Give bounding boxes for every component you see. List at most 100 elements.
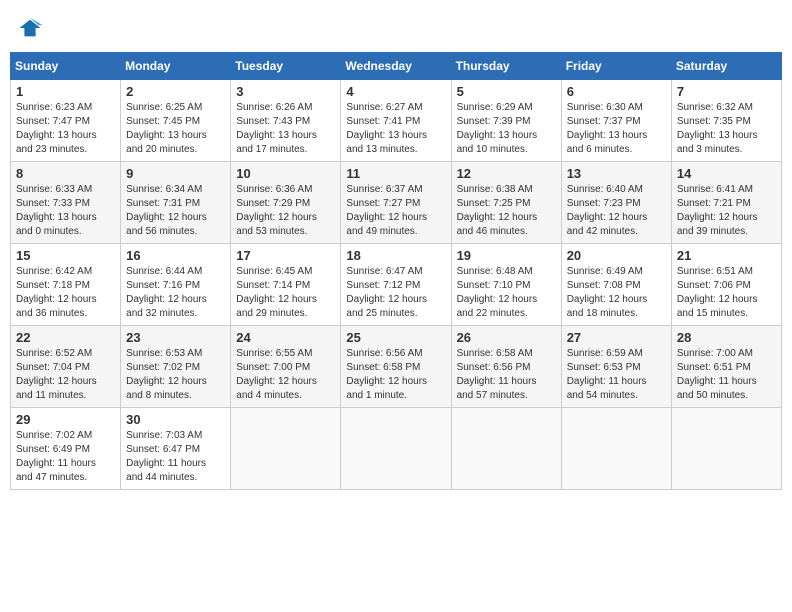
calendar-cell: 28 Sunrise: 7:00 AM Sunset: 6:51 PM Dayl… [671,326,781,408]
weekday-header-wednesday: Wednesday [341,53,451,80]
day-detail: Sunrise: 6:38 AM Sunset: 7:25 PM Dayligh… [457,183,556,239]
day-number: 2 [126,84,225,99]
day-number: 22 [16,330,115,345]
day-detail: Sunrise: 6:40 AM Sunset: 7:23 PM Dayligh… [567,183,666,239]
logo [16,14,48,42]
weekday-header-tuesday: Tuesday [231,53,341,80]
calendar-cell: 26 Sunrise: 6:58 AM Sunset: 6:56 PM Dayl… [451,326,561,408]
day-number: 18 [346,248,445,263]
week-row-1: 1 Sunrise: 6:23 AM Sunset: 7:47 PM Dayli… [11,80,782,162]
calendar-cell: 29 Sunrise: 7:02 AM Sunset: 6:49 PM Dayl… [11,408,121,490]
calendar-cell: 30 Sunrise: 7:03 AM Sunset: 6:47 PM Dayl… [121,408,231,490]
day-number: 28 [677,330,776,345]
day-detail: Sunrise: 6:55 AM Sunset: 7:00 PM Dayligh… [236,347,335,403]
calendar-cell: 15 Sunrise: 6:42 AM Sunset: 7:18 PM Dayl… [11,244,121,326]
day-number: 8 [16,166,115,181]
day-detail: Sunrise: 6:36 AM Sunset: 7:29 PM Dayligh… [236,183,335,239]
calendar-cell [231,408,341,490]
day-detail: Sunrise: 6:49 AM Sunset: 7:08 PM Dayligh… [567,265,666,321]
day-detail: Sunrise: 6:44 AM Sunset: 7:16 PM Dayligh… [126,265,225,321]
calendar-table: SundayMondayTuesdayWednesdayThursdayFrid… [10,52,782,490]
day-number: 15 [16,248,115,263]
calendar-cell: 23 Sunrise: 6:53 AM Sunset: 7:02 PM Dayl… [121,326,231,408]
day-detail: Sunrise: 6:41 AM Sunset: 7:21 PM Dayligh… [677,183,776,239]
calendar-cell [561,408,671,490]
day-number: 1 [16,84,115,99]
day-number: 30 [126,412,225,427]
day-number: 16 [126,248,225,263]
week-row-4: 22 Sunrise: 6:52 AM Sunset: 7:04 PM Dayl… [11,326,782,408]
day-number: 5 [457,84,556,99]
calendar-cell: 20 Sunrise: 6:49 AM Sunset: 7:08 PM Dayl… [561,244,671,326]
day-detail: Sunrise: 6:37 AM Sunset: 7:27 PM Dayligh… [346,183,445,239]
calendar-cell: 7 Sunrise: 6:32 AM Sunset: 7:35 PM Dayli… [671,80,781,162]
calendar-cell: 2 Sunrise: 6:25 AM Sunset: 7:45 PM Dayli… [121,80,231,162]
day-number: 23 [126,330,225,345]
calendar-cell: 6 Sunrise: 6:30 AM Sunset: 7:37 PM Dayli… [561,80,671,162]
day-detail: Sunrise: 6:42 AM Sunset: 7:18 PM Dayligh… [16,265,115,321]
day-number: 7 [677,84,776,99]
weekday-header-saturday: Saturday [671,53,781,80]
calendar-cell: 12 Sunrise: 6:38 AM Sunset: 7:25 PM Dayl… [451,162,561,244]
calendar-cell: 27 Sunrise: 6:59 AM Sunset: 6:53 PM Dayl… [561,326,671,408]
day-number: 11 [346,166,445,181]
day-number: 25 [346,330,445,345]
calendar-cell: 18 Sunrise: 6:47 AM Sunset: 7:12 PM Dayl… [341,244,451,326]
calendar-cell: 22 Sunrise: 6:52 AM Sunset: 7:04 PM Dayl… [11,326,121,408]
day-detail: Sunrise: 6:59 AM Sunset: 6:53 PM Dayligh… [567,347,666,403]
calendar-cell: 16 Sunrise: 6:44 AM Sunset: 7:16 PM Dayl… [121,244,231,326]
week-row-2: 8 Sunrise: 6:33 AM Sunset: 7:33 PM Dayli… [11,162,782,244]
day-detail: Sunrise: 6:25 AM Sunset: 7:45 PM Dayligh… [126,101,225,157]
calendar-cell: 13 Sunrise: 6:40 AM Sunset: 7:23 PM Dayl… [561,162,671,244]
day-detail: Sunrise: 6:51 AM Sunset: 7:06 PM Dayligh… [677,265,776,321]
day-number: 9 [126,166,225,181]
day-number: 21 [677,248,776,263]
day-detail: Sunrise: 7:03 AM Sunset: 6:47 PM Dayligh… [126,429,225,485]
day-detail: Sunrise: 7:02 AM Sunset: 6:49 PM Dayligh… [16,429,115,485]
calendar-cell: 5 Sunrise: 6:29 AM Sunset: 7:39 PM Dayli… [451,80,561,162]
day-number: 26 [457,330,556,345]
day-detail: Sunrise: 6:47 AM Sunset: 7:12 PM Dayligh… [346,265,445,321]
day-number: 29 [16,412,115,427]
day-number: 3 [236,84,335,99]
day-detail: Sunrise: 6:34 AM Sunset: 7:31 PM Dayligh… [126,183,225,239]
calendar-cell: 11 Sunrise: 6:37 AM Sunset: 7:27 PM Dayl… [341,162,451,244]
day-detail: Sunrise: 6:23 AM Sunset: 7:47 PM Dayligh… [16,101,115,157]
day-detail: Sunrise: 6:30 AM Sunset: 7:37 PM Dayligh… [567,101,666,157]
weekday-header-sunday: Sunday [11,53,121,80]
page-header [10,10,782,46]
calendar-cell: 1 Sunrise: 6:23 AM Sunset: 7:47 PM Dayli… [11,80,121,162]
calendar-cell: 4 Sunrise: 6:27 AM Sunset: 7:41 PM Dayli… [341,80,451,162]
day-number: 10 [236,166,335,181]
day-number: 13 [567,166,666,181]
day-number: 14 [677,166,776,181]
day-detail: Sunrise: 6:48 AM Sunset: 7:10 PM Dayligh… [457,265,556,321]
day-detail: Sunrise: 6:52 AM Sunset: 7:04 PM Dayligh… [16,347,115,403]
day-number: 19 [457,248,556,263]
day-detail: Sunrise: 6:26 AM Sunset: 7:43 PM Dayligh… [236,101,335,157]
weekday-header-friday: Friday [561,53,671,80]
calendar-cell: 19 Sunrise: 6:48 AM Sunset: 7:10 PM Dayl… [451,244,561,326]
day-number: 6 [567,84,666,99]
calendar-cell: 24 Sunrise: 6:55 AM Sunset: 7:00 PM Dayl… [231,326,341,408]
weekday-header-thursday: Thursday [451,53,561,80]
day-detail: Sunrise: 7:00 AM Sunset: 6:51 PM Dayligh… [677,347,776,403]
day-number: 27 [567,330,666,345]
calendar-cell [671,408,781,490]
calendar-cell: 9 Sunrise: 6:34 AM Sunset: 7:31 PM Dayli… [121,162,231,244]
day-detail: Sunrise: 6:45 AM Sunset: 7:14 PM Dayligh… [236,265,335,321]
calendar-cell: 14 Sunrise: 6:41 AM Sunset: 7:21 PM Dayl… [671,162,781,244]
day-detail: Sunrise: 6:58 AM Sunset: 6:56 PM Dayligh… [457,347,556,403]
day-detail: Sunrise: 6:29 AM Sunset: 7:39 PM Dayligh… [457,101,556,157]
week-row-3: 15 Sunrise: 6:42 AM Sunset: 7:18 PM Dayl… [11,244,782,326]
calendar-cell: 25 Sunrise: 6:56 AM Sunset: 6:58 PM Dayl… [341,326,451,408]
day-detail: Sunrise: 6:27 AM Sunset: 7:41 PM Dayligh… [346,101,445,157]
weekday-header-row: SundayMondayTuesdayWednesdayThursdayFrid… [11,53,782,80]
day-number: 17 [236,248,335,263]
day-number: 20 [567,248,666,263]
week-row-5: 29 Sunrise: 7:02 AM Sunset: 6:49 PM Dayl… [11,408,782,490]
day-number: 4 [346,84,445,99]
day-detail: Sunrise: 6:33 AM Sunset: 7:33 PM Dayligh… [16,183,115,239]
day-number: 24 [236,330,335,345]
calendar-cell: 21 Sunrise: 6:51 AM Sunset: 7:06 PM Dayl… [671,244,781,326]
